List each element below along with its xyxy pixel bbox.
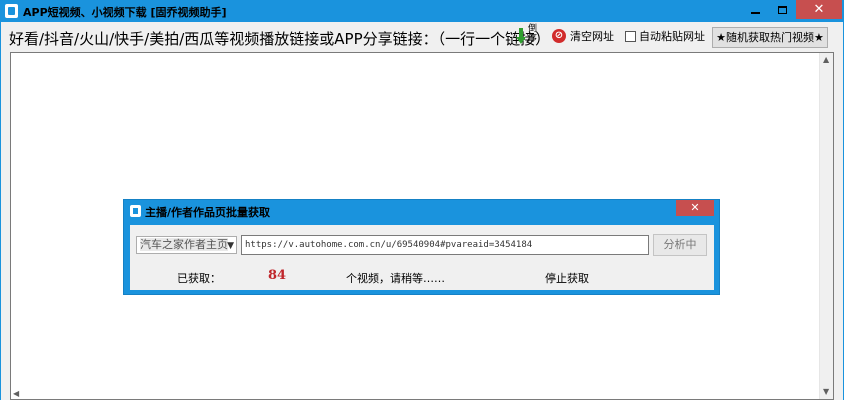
analyze-button[interactable]: 分析中 — [653, 234, 707, 256]
close-icon: ✕ — [813, 2, 825, 17]
videos-wait-label: 个视频，请稍等…… — [346, 272, 445, 285]
maximize-icon — [778, 5, 787, 14]
dialog-client: 汽车之家作者主页 ▼ https://v.autohome.com.cn/u/6… — [130, 225, 714, 290]
batch-fetch-dialog: 主播/作者作品页批量获取 ✕ 汽车之家作者主页 ▼ https://v.auto… — [123, 199, 720, 295]
stop-fetch-button[interactable]: 停止获取 — [545, 270, 589, 286]
link-prompt-label: 好看/抖音/火山/快手/美拍/西瓜等视频播放链接或APP分享链接：（一行一个链接… — [9, 30, 551, 48]
clear-urls-label: 清空网址 — [570, 30, 614, 43]
clear-urls-button[interactable]: ⊘ 清空网址 — [552, 28, 614, 44]
random-hot-videos-button[interactable]: ★随机获取热门视频★ — [712, 27, 828, 48]
fetched-label: 已获取： — [177, 272, 221, 285]
download-arrow-icon[interactable] — [516, 27, 526, 45]
toolbar: 好看/抖音/火山/快手/美拍/西瓜等视频播放链接或APP分享链接：（一行一个链接… — [1, 22, 843, 52]
scroll-left-icon[interactable]: ◀ — [13, 389, 19, 398]
maximize-button[interactable] — [769, 0, 796, 19]
dialog-app-icon — [130, 205, 141, 217]
reverse-order-label[interactable]: 倒序 — [528, 24, 538, 44]
auto-paste-label: 自动粘贴网址 — [639, 30, 705, 43]
source-select-value: 汽车之家作者主页 — [140, 238, 228, 251]
auto-paste-checkbox[interactable]: 自动粘贴网址 — [625, 28, 705, 44]
scroll-down-icon[interactable]: ▼ — [823, 388, 829, 396]
dialog-title-bar: 主播/作者作品页批量获取 ✕ — [124, 200, 719, 221]
close-icon: ✕ — [690, 201, 700, 214]
title-bar: APP短视频、小视频下载 [固乔视频助手] ✕ — [0, 0, 844, 22]
close-button[interactable]: ✕ — [796, 0, 842, 19]
scroll-up-icon[interactable]: ▲ — [823, 56, 829, 64]
app-icon — [5, 4, 18, 18]
minimize-icon — [751, 11, 760, 14]
chevron-down-icon: ▼ — [227, 241, 234, 251]
checkbox-box[interactable] — [625, 30, 636, 42]
fetched-count: 84 — [268, 268, 287, 283]
clear-icon: ⊘ — [552, 29, 566, 43]
dialog-close-button[interactable]: ✕ — [676, 200, 714, 216]
caption-buttons: ✕ — [742, 0, 842, 20]
dialog-title: 主播/作者作品页批量获取 — [145, 206, 271, 219]
author-url-input[interactable]: https://v.autohome.com.cn/u/69540904#pva… — [241, 235, 649, 255]
window-title: APP短视频、小视频下载 [固乔视频助手] — [23, 6, 227, 19]
source-select[interactable]: 汽车之家作者主页 ▼ — [136, 236, 237, 254]
minimize-button[interactable] — [742, 0, 769, 19]
vertical-scrollbar[interactable]: ▲ ▼ — [819, 53, 833, 399]
